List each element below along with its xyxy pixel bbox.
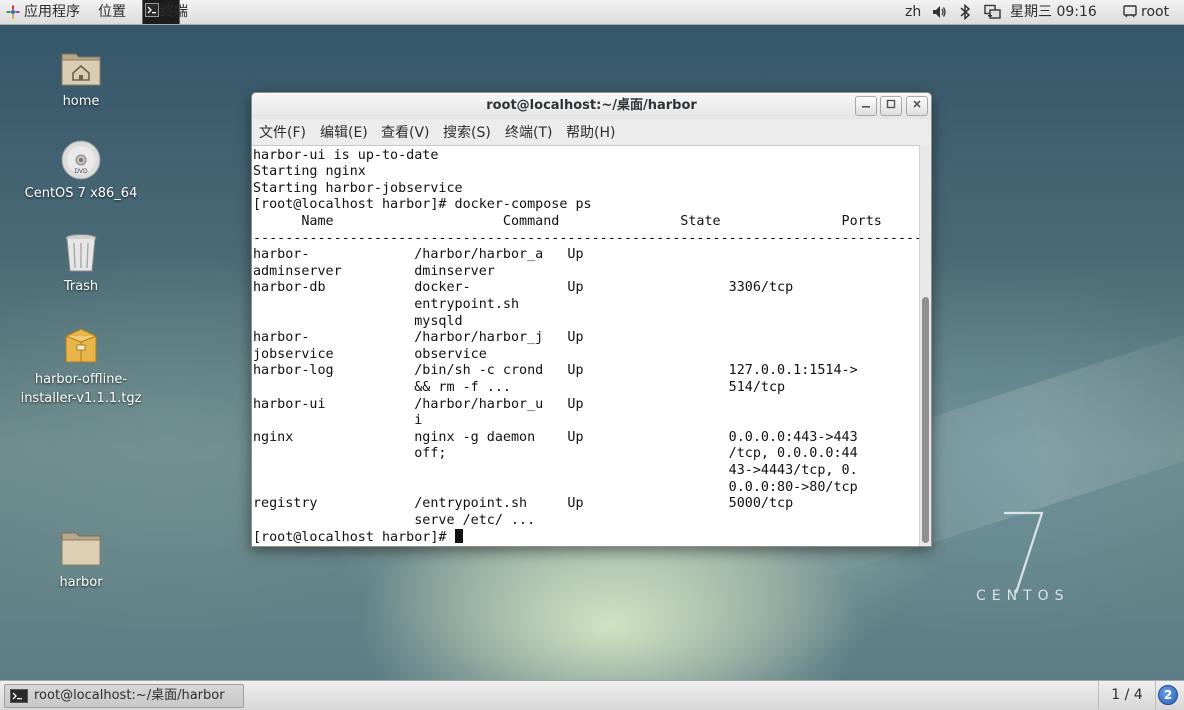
taskbar-window-label: root@localhost:~/桌面/harbor <box>34 688 225 703</box>
menu-bar: 文件(F) 编辑(E) 查看(V) 搜索(S) 终端(T) 帮助(H) <box>252 120 931 144</box>
notification-badge[interactable]: 2 <box>1158 685 1178 705</box>
menu-terminal[interactable]: 终端(T) <box>505 120 552 146</box>
home-folder-icon <box>61 53 101 86</box>
terminal-line: serve /etc/ ... <box>253 512 536 528</box>
terminal-line: 43->4443/tcp, 0. <box>253 463 858 478</box>
terminal-scrollbar[interactable] <box>919 145 931 546</box>
desktop-icon-trash[interactable]: Trash <box>16 233 146 296</box>
maximize-icon <box>886 99 896 109</box>
minimize-icon <box>862 106 870 108</box>
terminal-prompt: [root@localhost harbor]# <box>253 530 455 546</box>
bluetooth-icon[interactable] <box>958 4 972 20</box>
terminal-output[interactable]: harbor-ui is up-to-date Starting nginx S… <box>252 145 919 546</box>
terminal-icon <box>10 689 28 703</box>
archive-icon <box>65 328 97 363</box>
workspace-switcher[interactable]: 1 / 4 <box>1098 681 1156 709</box>
top-panel: 应用程序 位置 终端 zh 星期三 09:16 root <box>0 0 1184 25</box>
terminal-line: mysqld <box>253 313 463 329</box>
window-title: root@localhost:~/桌面/harbor <box>486 98 697 113</box>
desktop-icon-harbor-archive[interactable]: harbor-offline- installer-v1.1.1.tgz <box>16 326 146 408</box>
terminal-line: registry /entrypoint.sh Up 5000/tcp <box>253 496 794 512</box>
terminal-prompt-line[interactable]: [root@localhost harbor]# <box>253 529 463 546</box>
terminal-line: Name Command State Ports <box>253 214 882 229</box>
terminal-line: jobservice observice <box>253 346 487 362</box>
terminal-line: off; /tcp, 0.0.0.0:44 <box>253 446 858 462</box>
trash-icon <box>65 234 97 272</box>
desktop-icon-harbor-folder[interactable]: harbor <box>16 529 146 592</box>
terminal-line: harbor-log /bin/sh -c crond Up 127.0.0.1… <box>253 363 858 379</box>
terminal-line: 0.0.0:80->80/tcp <box>253 479 858 495</box>
text-cursor <box>454 529 463 544</box>
terminal-line: ----------------------------------------… <box>253 230 919 246</box>
desktop-icon-label: CentOS 7 x86_64 <box>24 186 138 201</box>
terminal-line: [root@localhost harbor]# docker-compose … <box>253 197 592 213</box>
terminal-line: harbor-ui is up-to-date <box>253 147 439 163</box>
terminal-line: && rm -f ... 514/tcp <box>253 380 786 395</box>
menu-edit[interactable]: 编辑(E) <box>320 120 368 146</box>
clock[interactable]: 星期三 09:16 <box>1010 0 1097 24</box>
terminal-line: harbor- /harbor/harbor_j Up <box>253 330 584 346</box>
centos-seven-watermark <box>1004 511 1044 594</box>
close-icon <box>913 100 921 108</box>
scrollbar-thumb[interactable] <box>922 297 929 543</box>
desktop-icon-home[interactable]: home <box>16 48 146 111</box>
places-menu[interactable]: 位置 <box>98 0 126 24</box>
menu-help[interactable]: 帮助(H) <box>566 120 615 146</box>
close-button[interactable] <box>906 96 928 116</box>
maximize-button[interactable] <box>880 96 902 116</box>
desktop-icon-label: home <box>62 94 100 109</box>
terminal-line: adminserver dminserver <box>253 263 495 279</box>
applications-menu-icon <box>6 5 20 19</box>
desktop-icon-label: Trash <box>63 279 99 294</box>
desktop-icon-label: harbor <box>59 575 103 590</box>
terminal-line: Starting nginx <box>253 164 366 180</box>
bottom-panel: root@localhost:~/桌面/harbor 1 / 4 2 <box>0 680 1184 710</box>
terminal-line: harbor-ui /harbor/harbor_u Up <box>253 396 584 412</box>
minimize-button[interactable] <box>855 96 877 116</box>
input-method-indicator[interactable]: zh <box>905 0 921 24</box>
menu-view[interactable]: 查看(V) <box>381 120 430 146</box>
terminal-window[interactable]: root@localhost:~/桌面/harbor 文件(F) 编辑(E) 查… <box>251 92 932 547</box>
terminal-line: harbor- /harbor/harbor_a Up <box>253 247 584 263</box>
dvd-icon: DVD <box>61 140 101 180</box>
taskbar-window-button[interactable]: root@localhost:~/桌面/harbor <box>4 684 244 708</box>
centos-watermark-text: CENTOS <box>976 588 1070 604</box>
desktop-icon-centos-dvd[interactable]: DVD CentOS 7 x86_64 <box>16 140 146 203</box>
terminal-app-label[interactable]: 终端 <box>160 0 188 24</box>
user-menu[interactable]: root <box>1141 0 1169 24</box>
user-icon <box>1123 5 1137 18</box>
terminal-line: harbor-db docker- Up 3306/tcp <box>253 280 794 296</box>
terminal-line: entrypoint.sh <box>253 297 520 312</box>
title-bar[interactable]: root@localhost:~/桌面/harbor <box>252 93 931 119</box>
network-icon[interactable] <box>984 4 1002 20</box>
terminal-icon <box>145 3 159 17</box>
menu-search[interactable]: 搜索(S) <box>443 120 491 146</box>
terminal-line: Starting harbor-jobservice <box>253 180 463 196</box>
applications-menu[interactable]: 应用程序 <box>24 0 80 24</box>
desktop-icon-label: harbor-offline- installer-v1.1.1.tgz <box>20 372 142 406</box>
volume-icon[interactable] <box>931 4 947 20</box>
terminal-line: nginx nginx -g daemon Up 0.0.0.0:443->44… <box>253 429 858 445</box>
folder-icon <box>61 532 101 566</box>
terminal-line: i <box>253 413 423 429</box>
svg-text:DVD: DVD <box>74 168 88 175</box>
menu-file[interactable]: 文件(F) <box>259 120 306 146</box>
